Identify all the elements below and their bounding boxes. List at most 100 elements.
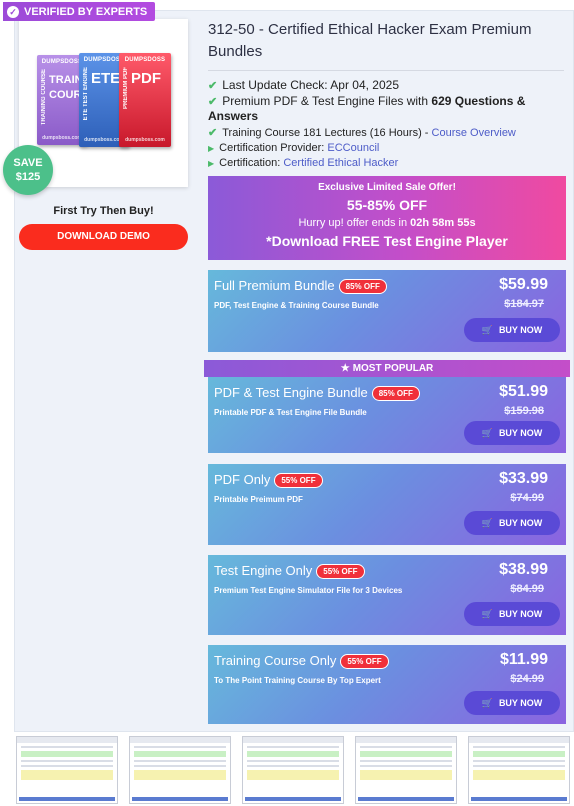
- bundle-name: PDF Only: [214, 472, 271, 487]
- bundle-title: PDF & Test Engine Bundle 85% OFF: [214, 385, 420, 402]
- discount-badge: 55% OFF: [340, 654, 389, 670]
- thumbnail[interactable]: [129, 736, 231, 804]
- bundle-test-engine-only: Test Engine Only 55% OFF Premium Test Eng…: [208, 555, 566, 635]
- thumbnail[interactable]: [355, 736, 457, 804]
- provider-link[interactable]: ECCouncil: [327, 142, 379, 154]
- first-try-text: First Try Then Buy!: [53, 205, 154, 217]
- bullet-icon: ▶: [208, 159, 215, 168]
- verified-badge: ✓ VERIFIED BY EXPERTS: [3, 2, 156, 21]
- provider-line: ▶ Certification Provider: ECCouncil: [208, 141, 568, 156]
- box-vertical-label: TRAINING COURSE: [41, 69, 47, 126]
- buy-now-button[interactable]: 🛒 BUY NOW: [464, 318, 560, 342]
- bundle-old-price: $74.99: [510, 492, 544, 504]
- buy-now-label: BUY NOW: [498, 698, 543, 708]
- bundle-old-price: $24.99: [510, 673, 544, 685]
- countdown-timer: 02h 58m 55s: [410, 217, 476, 229]
- bullet-icon: ▶: [208, 144, 215, 153]
- check-icon: ✔: [208, 127, 218, 139]
- box-big-label: ETE: [91, 70, 121, 87]
- bundle-price: $51.99: [499, 383, 548, 400]
- bundle-price: $59.99: [499, 276, 548, 293]
- last-update-line: ✔ Last Update Check: Apr 04, 2025: [208, 78, 568, 93]
- bundle-price: $38.99: [499, 561, 548, 578]
- box-footer: dumpsboss.com: [125, 137, 165, 143]
- cart-icon: 🛒: [481, 325, 493, 335]
- bundle-description: Printable Preimum PDF: [214, 495, 303, 504]
- bundle-training-course-only: Training Course Only 55% OFF To The Point…: [208, 645, 566, 724]
- bundle-title: Test Engine Only 55% OFF: [214, 563, 365, 580]
- thumbnail[interactable]: [242, 736, 344, 804]
- bundle-full-premium: Full Premium Bundle 85% OFF PDF, Test Eng…: [208, 270, 566, 352]
- premium-pdf-box: DUMPSDOSS PREMIUM PDF PDF dumpsboss.com: [119, 53, 171, 147]
- bundle-title: PDF Only 55% OFF: [214, 472, 323, 489]
- certification-link[interactable]: Certified Ethical Hacker: [283, 157, 398, 169]
- bundle-name: Test Engine Only: [214, 563, 313, 578]
- bundle-old-price: $84.99: [510, 583, 544, 595]
- bundle-description: Printable PDF & Test Engine File Bundle: [214, 408, 367, 417]
- verified-label: VERIFIED BY EXPERTS: [24, 5, 148, 18]
- training-text: Training Course 181 Lectures (16 Hours) …: [222, 127, 432, 139]
- buy-now-label: BUY NOW: [498, 428, 543, 438]
- buy-now-label: BUY NOW: [498, 609, 543, 619]
- save-amount: $125: [15, 171, 41, 183]
- thumbnail[interactable]: [16, 736, 118, 804]
- bundle-pdf-test-engine: PDF & Test Engine Bundle 85% OFF Printabl…: [208, 377, 566, 453]
- cart-icon: 🛒: [481, 428, 493, 438]
- course-overview-link[interactable]: Course Overview: [432, 127, 516, 139]
- files-line: ✔ Premium PDF & Test Engine Files with 62…: [208, 94, 568, 123]
- buy-now-button[interactable]: 🛒 BUY NOW: [464, 421, 560, 445]
- training-line: ✔ Training Course 181 Lectures (16 Hours)…: [208, 126, 568, 140]
- cart-icon: 🛒: [481, 698, 493, 708]
- buy-now-button[interactable]: 🛒 BUY NOW: [464, 602, 560, 626]
- certification-label: Certification:: [219, 157, 284, 169]
- provider-label: Certification Provider:: [219, 142, 328, 154]
- bundle-price: $11.99: [499, 651, 548, 668]
- box-vertical-label: PREMIUM PDF: [123, 67, 129, 109]
- bundle-description: PDF, Test Engine & Training Course Bundl…: [214, 301, 379, 310]
- sale-countdown-line: Hurry up! offer ends in 02h 58m 55s: [208, 217, 566, 229]
- box-vertical-label: ETE TEST ENGINE: [83, 67, 89, 121]
- most-popular-label: MOST POPULAR: [352, 363, 434, 374]
- buy-now-label: BUY NOW: [498, 325, 543, 335]
- box-brand: DUMPSDOSS: [124, 57, 166, 63]
- discount-badge: 55% OFF: [316, 564, 365, 580]
- save-badge: SAVE $125: [3, 145, 53, 195]
- page: ✓ VERIFIED BY EXPERTS DUMPSDOSS TRAINING…: [0, 0, 574, 806]
- files-count: 629 Questions &: [431, 94, 526, 108]
- buy-now-button[interactable]: 🛒 BUY NOW: [464, 691, 560, 715]
- cart-icon: 🛒: [481, 518, 493, 528]
- bundle-old-price: $159.98: [504, 405, 544, 417]
- box-big-label: PDF: [131, 70, 161, 87]
- files-count-cont: Answers: [208, 109, 259, 123]
- bundle-title: Full Premium Bundle 85% OFF: [214, 278, 387, 295]
- bundle-pdf-only: PDF Only 55% OFF Printable Preimum PDF $3…: [208, 464, 566, 545]
- screenshot-thumbnails: [14, 736, 574, 806]
- check-circle-icon: ✓: [7, 5, 19, 18]
- bundle-price: $33.99: [499, 470, 548, 487]
- countdown-prefix: Hurry up! offer ends in: [298, 217, 411, 229]
- save-label: SAVE: [13, 157, 43, 169]
- buy-now-label: BUY NOW: [498, 518, 543, 528]
- free-player-link[interactable]: *Download FREE Test Engine Player: [208, 233, 566, 249]
- discount-badge: 55% OFF: [274, 473, 323, 489]
- last-update-text: Last Update Check: Apr 04, 2025: [222, 78, 400, 92]
- bundle-name: Full Premium Bundle: [214, 278, 335, 293]
- buy-now-button[interactable]: 🛒 BUY NOW: [464, 511, 560, 535]
- sale-heading: Exclusive Limited Sale Offer!: [318, 182, 456, 193]
- title-divider: [208, 70, 564, 71]
- bundle-old-price: $184.97: [504, 298, 544, 310]
- thumbnail[interactable]: [468, 736, 570, 804]
- bundle-description: Premium Test Engine Simulator File for 3…: [214, 586, 403, 595]
- check-icon: ✔: [208, 96, 218, 108]
- cart-icon: 🛒: [481, 609, 493, 619]
- certification-line: ▶ Certification: Certified Ethical Hacker: [208, 156, 568, 171]
- sale-banner: Exclusive Limited Sale Offer! 55-85% OFF…: [208, 176, 566, 260]
- discount-badge: 85% OFF: [338, 279, 387, 295]
- download-demo-button[interactable]: DOWNLOAD DEMO: [19, 224, 188, 250]
- check-icon: ✔: [208, 80, 218, 92]
- discount-badge: 85% OFF: [371, 386, 420, 402]
- page-title: 312-50 - Certified Ethical Hacker Exam P…: [208, 21, 532, 60]
- bundle-description: To The Point Training Course By Top Expe…: [214, 676, 381, 685]
- files-text: Premium PDF & Test Engine Files with: [222, 94, 432, 108]
- bundle-name: PDF & Test Engine Bundle: [214, 385, 368, 400]
